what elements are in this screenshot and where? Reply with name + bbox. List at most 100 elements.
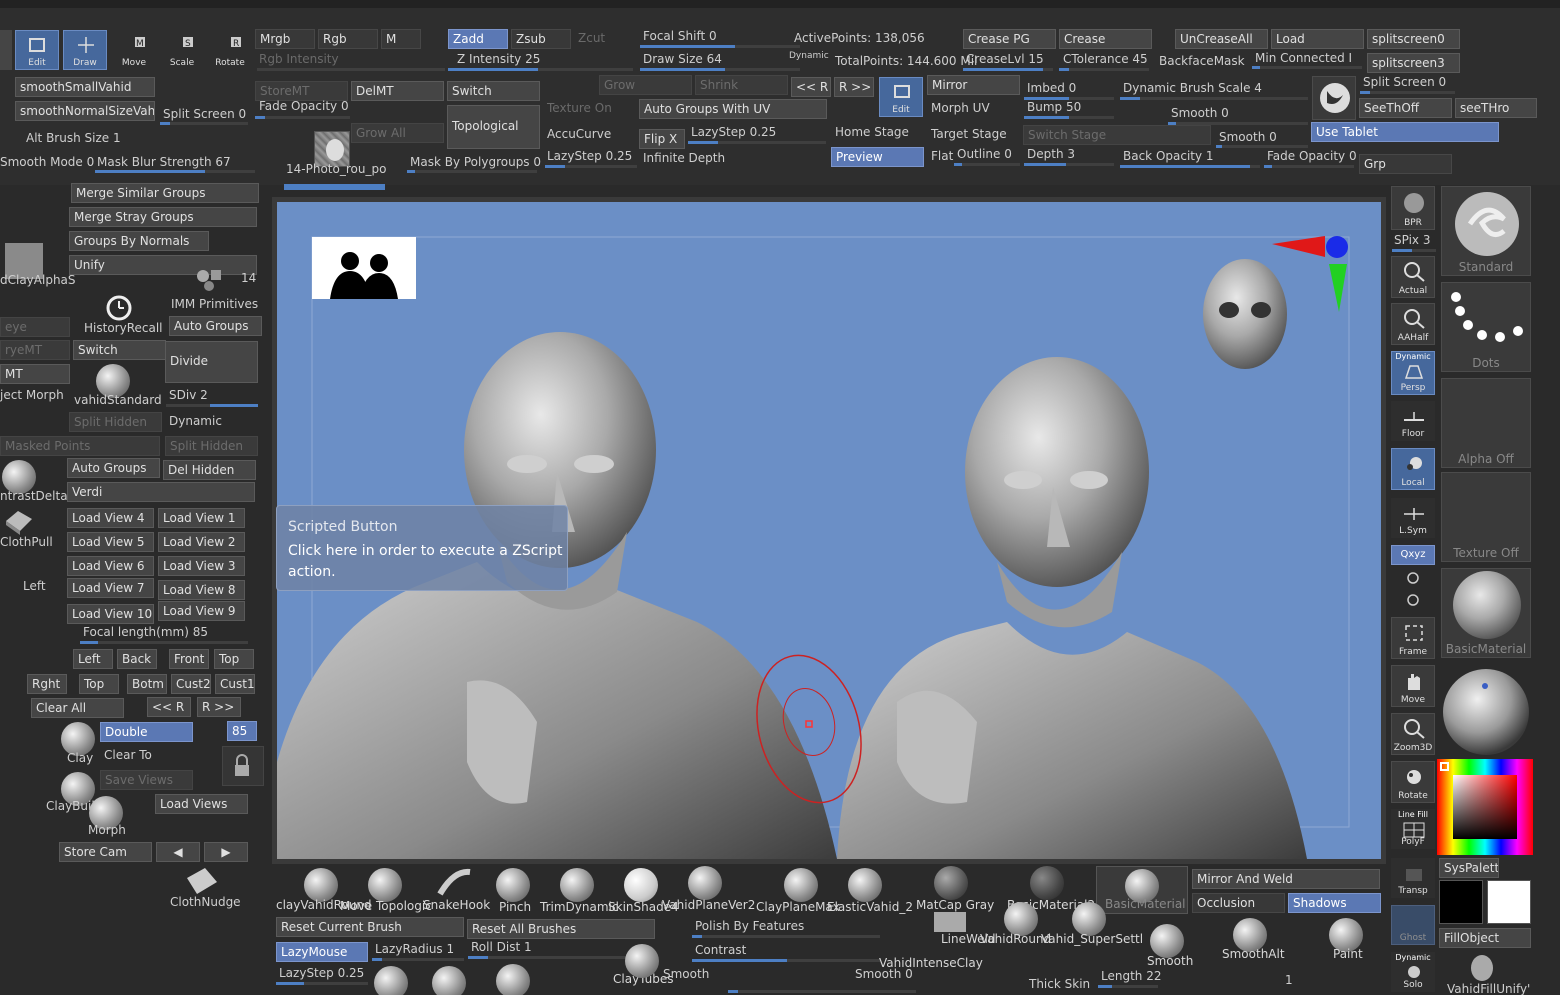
smooth-0-slider[interactable]: Smooth 0 [855,967,913,981]
draw-size-track[interactable] [640,68,800,71]
lazystep-bottom-track[interactable] [276,982,368,985]
unify-button[interactable]: Unify [69,255,257,275]
split-screen-left-track[interactable] [160,122,248,125]
edit-tool-button[interactable]: Edit [15,30,59,70]
view-left-button[interactable]: Left [73,649,113,669]
clear-all-button[interactable]: Clear All [31,698,124,718]
depth-slider[interactable]: Depth 3 [1027,147,1075,161]
cloth-pull-icon[interactable] [2,507,34,535]
clay-tubes-brush[interactable] [625,944,659,978]
load-view-9-button[interactable]: Load View 9 [158,601,245,621]
snake-hook-icon[interactable] [436,866,472,898]
outline-slider[interactable]: Outline 0 [957,147,1012,161]
grow-button[interactable]: Grow [599,75,692,95]
focal-length-slider[interactable]: Focal length(mm) 85 [83,625,208,639]
load-view-4-button[interactable]: Load View 4 [67,508,154,528]
divide-button[interactable]: Divide [165,341,258,383]
polish-by-features-slider[interactable]: Polish By Features [695,919,804,933]
reset-all-brushes-button[interactable]: Reset All Brushes [467,919,655,939]
color-picker-square[interactable] [1453,775,1517,839]
reference-image[interactable] [312,237,416,299]
line-weld-icon[interactable] [934,912,966,932]
mask-by-polygroups-track[interactable] [407,170,537,173]
smooth-brush-icon[interactable] [1150,924,1184,958]
vahid-plane-ver2-brush[interactable] [688,866,722,900]
spix-track[interactable] [1392,249,1436,252]
crease-pg-button[interactable]: Crease PG [963,29,1056,49]
rotate-view-button[interactable]: Rotate [1391,761,1435,803]
smooth-mode-slider[interactable]: Smooth Mode 0 [0,155,94,169]
sdiv-slider[interactable]: SDiv 2 [169,388,208,402]
vahid-superset-label[interactable]: Vahid_SuperSettl [1041,932,1143,946]
load-view-2-button[interactable]: Load View 2 [158,532,245,552]
vahid-superset-brush[interactable] [1072,902,1106,936]
polyf-button[interactable]: Line Fill PolyF [1391,809,1435,849]
smooth-normal-vahid-button[interactable]: smoothNormalSizeVahid [15,101,155,121]
basic-material2-icon[interactable] [1030,866,1064,900]
load-view-6-button[interactable]: Load View 6 [67,556,154,576]
z-intensity-track[interactable] [448,68,633,71]
color-picker[interactable] [1437,759,1533,855]
zoom3d-button[interactable]: Zoom3D [1391,713,1435,755]
paint-brush-label[interactable]: Paint [1333,947,1363,961]
backface-mask-button[interactable]: BackfaceMask [1159,54,1245,68]
target-stage-button[interactable]: Target Stage [931,127,1007,141]
move-topologic-brush[interactable] [368,868,402,902]
dynamic-brush-scale-slider[interactable]: Dynamic Brush Scale 4 [1123,81,1262,95]
split-hidden-button[interactable]: Split Hidden [69,412,162,432]
del-mt-button[interactable]: DelMT [351,81,444,101]
pinch-label[interactable]: Pinch [499,900,531,914]
standard-brush-tile[interactable]: Standard [1441,186,1531,276]
store-cam-button[interactable]: Store Cam [59,842,152,862]
contrast-slider[interactable]: Contrast [695,943,746,957]
outline-track[interactable] [954,163,1020,166]
lazy-radius-track[interactable] [372,958,464,961]
load-view-3-button[interactable]: Load View 3 [158,556,245,576]
fill-object-button[interactable]: FillObject [1439,928,1531,948]
switch-left-button[interactable]: Switch [73,340,166,360]
lazystep-top2-slider[interactable]: LazyStep 0.25 [547,149,632,163]
dots-stroke-tile[interactable]: Dots [1441,282,1531,372]
bump-slider[interactable]: Bump 50 [1027,100,1081,114]
smooth-0a-track[interactable] [1168,122,1308,125]
project-morph-label[interactable]: ject Morph [0,388,64,402]
load-view-1-button[interactable]: Load View 1 [158,508,245,528]
cloth-nudge-label[interactable]: ClothNudge [170,895,241,909]
draw-size-slider[interactable]: Draw Size 64 [643,52,722,66]
rgb-intensity-track[interactable] [257,68,445,71]
merge-stray-groups-button[interactable]: Merge Stray Groups [69,207,257,227]
skin-shade4-brush[interactable] [624,868,658,902]
load-button[interactable]: Load [1271,29,1364,49]
smooth-brush-label[interactable]: Smooth [1147,954,1193,968]
bump-track[interactable] [1024,116,1114,119]
length-track[interactable] [1098,985,1158,988]
lazystep-top2-track[interactable] [545,165,637,168]
dynamic-left-button[interactable]: Dynamic [169,414,222,428]
scale-tool-button[interactable]: S Scale [160,30,204,70]
imbed-slider[interactable]: Imbed 0 [1027,81,1076,95]
focal-length-track[interactable] [80,641,248,644]
r-prev-top-button[interactable]: << R [791,77,831,97]
flat-button[interactable]: Flat [931,149,953,163]
vahid-plane-ver2-label[interactable]: VahidPlaneVer2 [662,898,755,912]
matcap-gray-icon[interactable] [934,866,968,900]
floor-button[interactable]: Floor [1391,401,1435,441]
view-right-button[interactable]: Rght [27,674,67,694]
verdi-button[interactable]: Verdi [67,482,255,502]
rotate-tool-button[interactable]: R Rotate [208,30,252,70]
move-topologic-label[interactable]: Move Topologic [340,899,432,913]
move-view-button[interactable]: Move [1391,665,1435,707]
view-front-button[interactable]: Front [169,649,209,669]
switch-top-button[interactable]: Switch [447,81,540,101]
dynamic-brush-scale-track[interactable] [1120,97,1308,100]
fade-opacity2-track[interactable] [1264,165,1354,168]
grp-button[interactable]: Grp [1359,154,1452,174]
del-hidden-button[interactable]: Del Hidden [163,460,256,480]
seethoff-button[interactable]: SeeThOff [1359,98,1452,118]
lazy-mouse-button[interactable]: LazyMouse [276,942,368,962]
matcap-gray-label[interactable]: MatCap Gray [916,898,994,912]
clay-brush-label[interactable]: Clay [67,751,93,765]
rotate-axis2-icon[interactable] [1404,592,1422,608]
crease-button[interactable]: Crease [1059,29,1152,49]
ghost-button[interactable]: Ghost [1391,905,1435,945]
